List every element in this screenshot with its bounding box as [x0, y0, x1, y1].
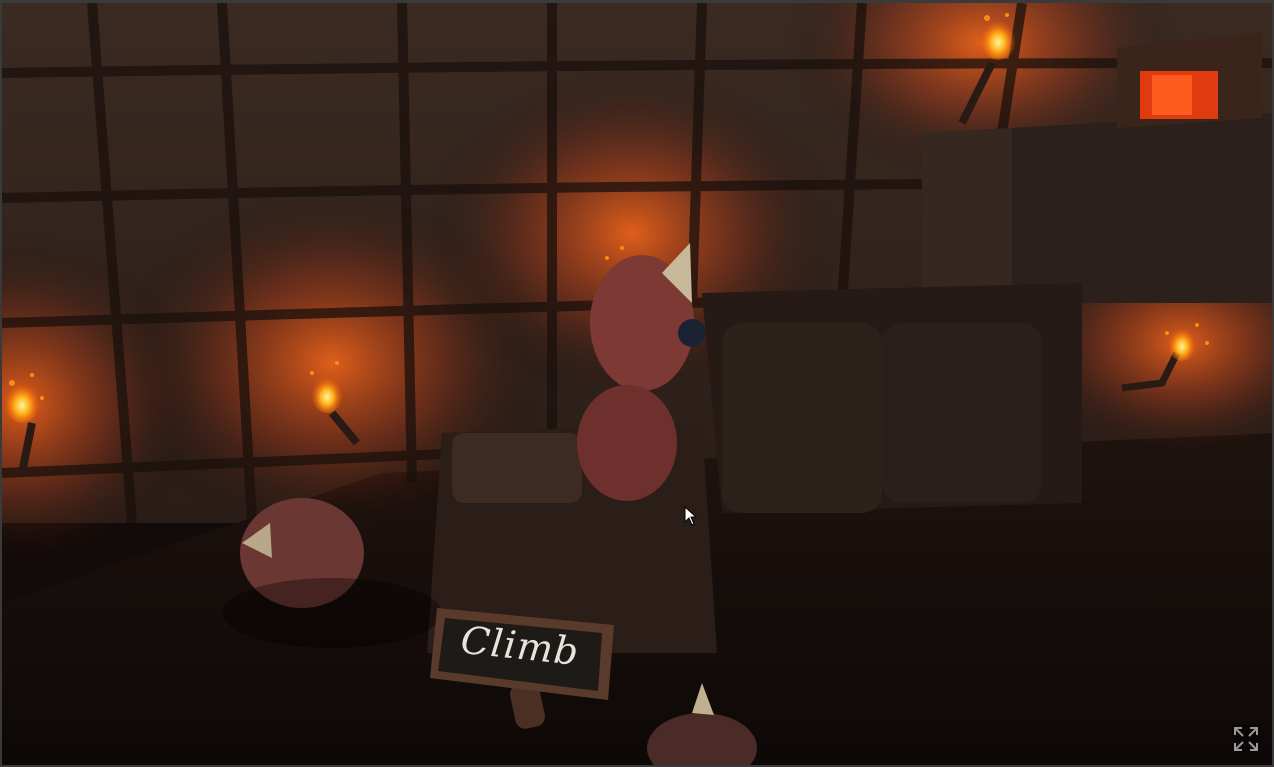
expand-arrows-icon[interactable] [1232, 725, 1260, 753]
mouse-cursor-icon [684, 506, 698, 526]
game-viewport[interactable]: Climb [0, 0, 1274, 767]
dungeon-scene [2, 3, 1272, 765]
